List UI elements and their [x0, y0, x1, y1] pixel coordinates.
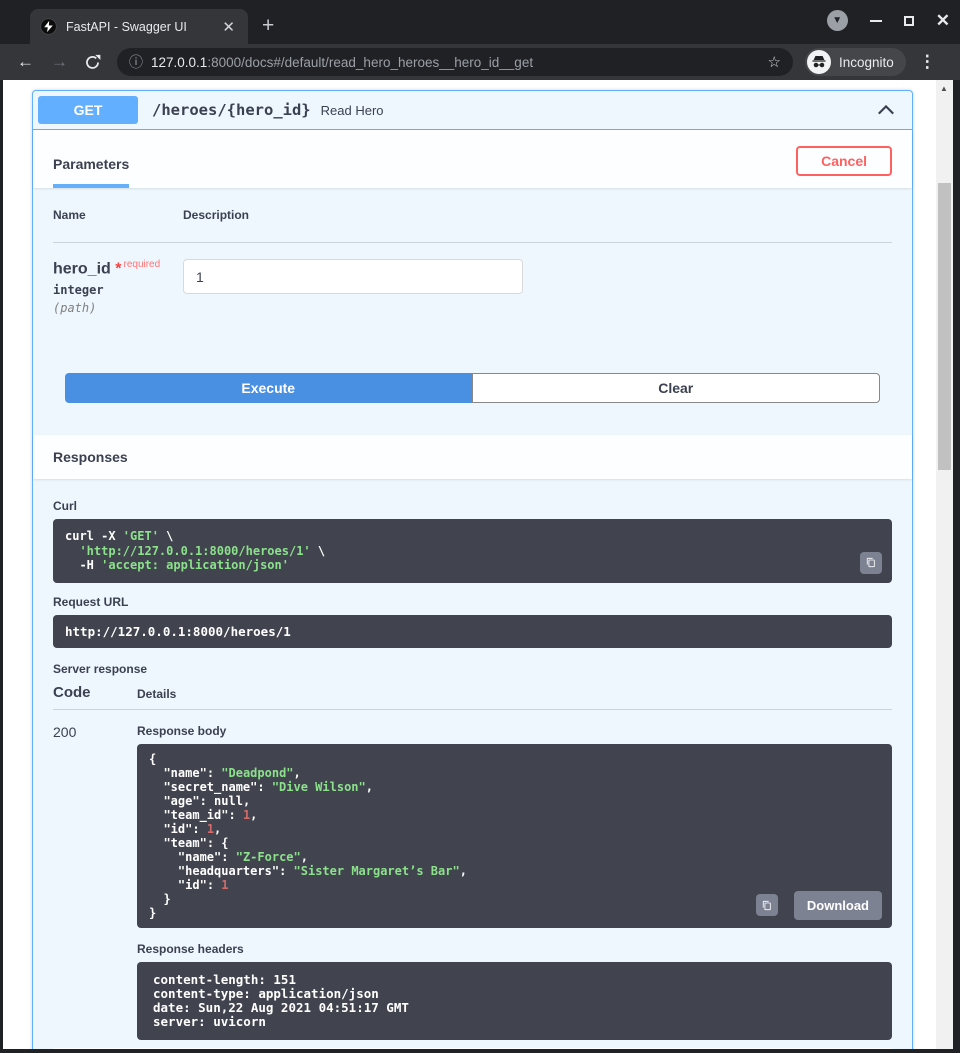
- column-details: Details: [137, 687, 176, 701]
- response-body-block: { "name": "Deadpond", "secret_name": "Di…: [137, 744, 892, 928]
- server-response-row: 200 Response body { "name": "Deadpond", …: [53, 710, 892, 1040]
- scrollbar-thumb[interactable]: [938, 183, 951, 470]
- parameter-location: (path): [53, 301, 183, 315]
- url-host: 127.0.0.1: [151, 55, 207, 70]
- required-label: required: [123, 259, 160, 270]
- close-window-icon[interactable]: ✕: [936, 12, 950, 29]
- endpoint-path: /heroes/{hero_id}: [138, 101, 321, 119]
- tab-strip: FastAPI - Swagger UI ✕ + ▼ ✕: [0, 0, 960, 44]
- copy-icon[interactable]: [860, 552, 882, 574]
- tab-close-icon[interactable]: ✕: [219, 18, 238, 36]
- tab-title: FastAPI - Swagger UI: [66, 20, 219, 34]
- cancel-button[interactable]: Cancel: [796, 146, 892, 176]
- window-menu-icon[interactable]: ▼: [827, 10, 848, 31]
- response-headers-label: Response headers: [137, 942, 892, 956]
- responses-header: Responses: [33, 435, 912, 479]
- responses-area: Curl curl -X 'GET' \ 'http://127.0.0.1:8…: [33, 479, 912, 1049]
- url-bar[interactable]: ⓘ 127.0.0.1 :8000/docs#/default/read_her…: [117, 48, 793, 76]
- collapse-chevron-icon[interactable]: [877, 104, 895, 116]
- reload-icon[interactable]: [84, 54, 101, 71]
- browser-menu-icon[interactable]: ⋮: [919, 52, 936, 72]
- method-badge: GET: [38, 96, 138, 124]
- column-code: Code: [53, 684, 137, 701]
- bookmark-star-icon[interactable]: ☆: [768, 53, 781, 71]
- new-tab-button[interactable]: +: [262, 12, 274, 40]
- page-content: GET /heroes/{hero_id} Read Hero Paramete…: [3, 80, 953, 1049]
- parameter-row: hero_id *required integer (path): [53, 243, 892, 315]
- clear-button[interactable]: Clear: [472, 373, 881, 403]
- status-code: 200: [53, 724, 137, 1040]
- curl-label: Curl: [53, 499, 892, 513]
- incognito-icon: [807, 50, 831, 74]
- maximize-icon[interactable]: [904, 16, 914, 26]
- opblock-summary[interactable]: GET /heroes/{hero_id} Read Hero: [33, 91, 912, 130]
- fastapi-favicon-icon: [40, 18, 57, 35]
- incognito-label: Incognito: [839, 55, 894, 70]
- browser-toolbar: ← → ⓘ 127.0.0.1 :8000/docs#/default/read…: [0, 44, 960, 80]
- parameter-type: integer: [53, 283, 183, 297]
- execute-button[interactable]: Execute: [65, 373, 472, 403]
- curl-code-block: curl -X 'GET' \ 'http://127.0.0.1:8000/h…: [53, 519, 892, 583]
- browser-window: FastAPI - Swagger UI ✕ + ▼ ✕ ← → ⓘ 127.0…: [0, 0, 960, 1053]
- parameter-name: hero_id: [53, 260, 111, 277]
- server-response-label: Server response: [53, 662, 892, 676]
- back-icon[interactable]: ←: [17, 52, 34, 72]
- forward-icon[interactable]: →: [51, 52, 68, 72]
- swagger-ui: GET /heroes/{hero_id} Read Hero Paramete…: [3, 80, 936, 1049]
- parameters-table: Name Description hero_id *required integ…: [33, 188, 912, 403]
- opblock-get: GET /heroes/{hero_id} Read Hero Paramete…: [32, 90, 913, 1049]
- request-url-label: Request URL: [53, 595, 892, 609]
- column-description: Description: [183, 208, 249, 222]
- browser-tab[interactable]: FastAPI - Swagger UI ✕: [30, 9, 248, 44]
- hero-id-input[interactable]: [183, 259, 523, 294]
- download-button[interactable]: Download: [794, 891, 882, 920]
- column-name: Name: [53, 208, 183, 222]
- incognito-badge: Incognito: [805, 48, 906, 76]
- endpoint-summary: Read Hero: [321, 103, 384, 118]
- request-url-value: http://127.0.0.1:8000/heroes/1: [53, 615, 892, 648]
- parameters-header: Parameters Cancel: [33, 130, 912, 188]
- url-path: :8000/docs#/default/read_hero_heroes__he…: [207, 55, 759, 70]
- response-body-label: Response body: [137, 724, 892, 738]
- response-headers-block: content-length: 151content-type: applica…: [137, 962, 892, 1040]
- site-info-icon[interactable]: ⓘ: [129, 52, 143, 72]
- scrollbar[interactable]: ▲: [936, 80, 953, 1049]
- copy-icon[interactable]: [756, 894, 778, 916]
- required-asterisk: *: [115, 260, 121, 277]
- documented-responses-heading: Responses: [53, 1048, 892, 1049]
- minimize-icon[interactable]: [870, 20, 882, 22]
- scroll-up-icon[interactable]: ▲: [940, 84, 948, 93]
- tab-parameters[interactable]: Parameters: [53, 156, 129, 188]
